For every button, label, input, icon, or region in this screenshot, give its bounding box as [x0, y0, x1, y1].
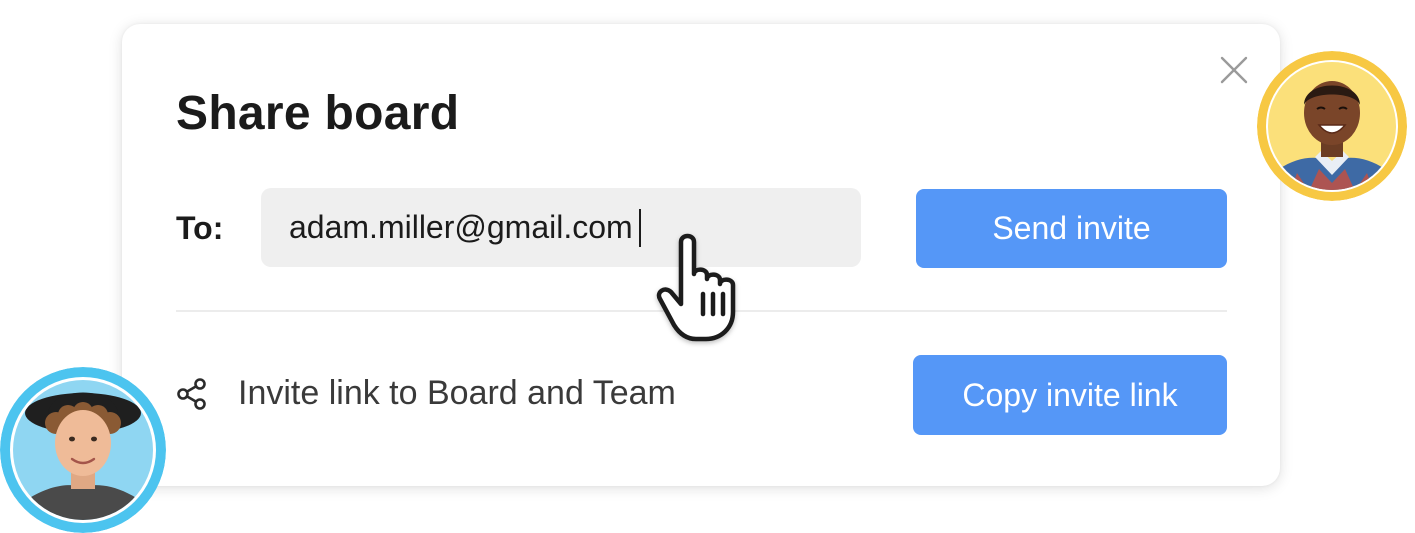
- stage: Share board To: adam.miller@gmail.com Se…: [0, 0, 1415, 533]
- send-invite-button[interactable]: Send invite: [916, 189, 1227, 268]
- close-button[interactable]: [1218, 54, 1250, 86]
- email-input-value: adam.miller@gmail.com: [289, 209, 633, 245]
- dialog-title: Share board: [176, 87, 460, 140]
- to-label: To:: [176, 210, 224, 246]
- avatar-collaborator-right: [1257, 51, 1407, 201]
- hand-pointer-icon: [656, 233, 736, 342]
- copy-invite-link-button[interactable]: Copy invite link: [913, 355, 1227, 435]
- text-caret: [638, 208, 641, 247]
- invite-link-text: Invite link to Board and Team: [238, 374, 676, 412]
- share-icon: [176, 377, 208, 411]
- email-input[interactable]: adam.miller@gmail.com: [261, 188, 861, 267]
- avatar-collaborator-left: [0, 367, 166, 533]
- close-icon: [1220, 56, 1248, 84]
